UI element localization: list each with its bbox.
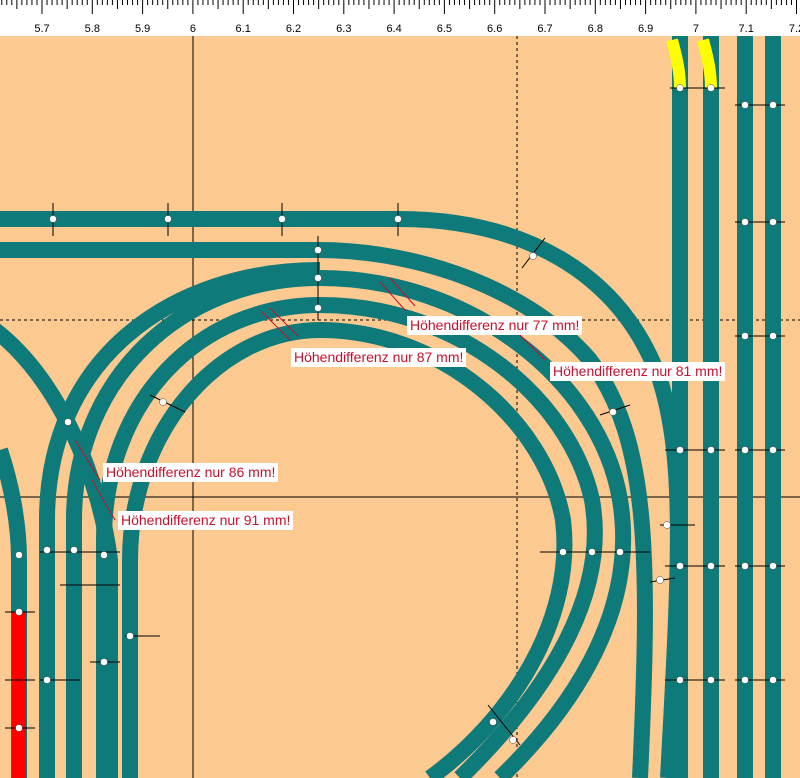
track-plan-canvas[interactable] [0, 36, 800, 778]
ruler-tick-label: 6.9 [638, 23, 653, 35]
ruler-tick-label: 7.2 [789, 23, 800, 35]
ruler-scale: 5.7 5.8 5.9 6 6.1 6.2 6.3 6.4 6.5 6.6 6.7 6.8 6.9 7 7.… [1, 0, 800, 35]
ruler-tick-label: 6.2 [286, 23, 301, 35]
ruler-tick-label: 6.7 [537, 23, 552, 35]
height-warning-label: Höhendifferenz nur 77 mm! [407, 316, 583, 335]
layout-editor: 5.7 5.8 5.9 6 6.1 6.2 6.3 6.4 6.5 6.6 6.7 6.8 6.9 7 7.… [0, 0, 800, 778]
height-warning-label: Höhendifferenz nur 91 mm! [118, 511, 294, 530]
ruler-tick-label: 6.8 [588, 23, 603, 35]
ruler-tick-label: 7.1 [739, 23, 754, 35]
ruler-tick-label: 6 [190, 23, 196, 35]
ruler-tick-label: 5.8 [85, 23, 100, 35]
ruler-tick-label: 5.9 [135, 23, 150, 35]
ruler-tick-label: 6.6 [487, 23, 502, 35]
height-warning-label: Höhendifferenz nur 87 mm! [291, 348, 467, 367]
height-warning-label: Höhendifferenz nur 86 mm! [103, 463, 279, 482]
ruler-tick-label: 6.4 [386, 23, 401, 35]
height-warning-label: Höhendifferenz nur 81 mm! [550, 362, 726, 381]
ruler-tick-label: 6.3 [336, 23, 351, 35]
ruler-tick-label: 6.5 [437, 23, 452, 35]
ruler-tick-label: 5.7 [34, 23, 49, 35]
ruler-tick-label: 7 [693, 23, 699, 35]
track-plan-drawing[interactable] [0, 36, 800, 778]
horizontal-ruler: 5.7 5.8 5.9 6 6.1 6.2 6.3 6.4 6.5 6.6 6.7 6.8 6.9 7 7.… [0, 0, 800, 37]
ruler-tick-label: 6.1 [236, 23, 251, 35]
